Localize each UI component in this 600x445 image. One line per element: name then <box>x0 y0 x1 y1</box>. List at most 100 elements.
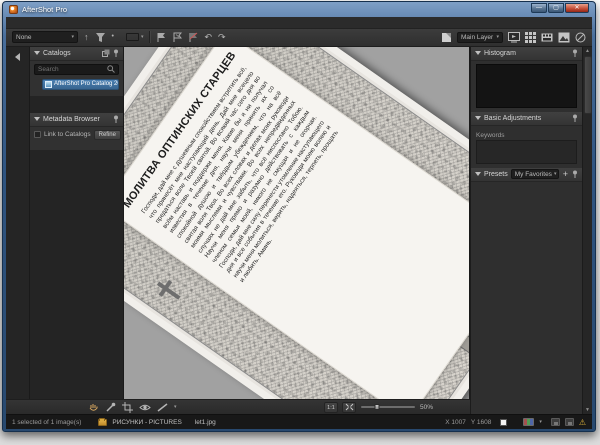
catalog-icon <box>45 80 52 88</box>
save-settings-icon[interactable] <box>550 418 560 427</box>
main-toolbar: None ▾ ↑ • ▾ ↶ ↷ Main Layer ▾ <box>6 28 592 47</box>
presets-favorites-value: My Favorites <box>514 170 552 178</box>
fit-to-window-button[interactable] <box>342 401 356 413</box>
cursor-x-coordinate: X 1007 <box>445 418 466 426</box>
metadata-browser-title: Metadata Browser <box>43 115 100 123</box>
actual-size-button[interactable]: 1:1 <box>324 401 338 413</box>
photo-canvas[interactable]: МОЛИТВА ОПТИНСКИХ СТАРЦЕВ Господи, дай м… <box>124 46 469 400</box>
chevron-down-icon[interactable]: ▾ <box>539 419 542 425</box>
color-managed-display-icon[interactable] <box>523 418 535 427</box>
presets-header[interactable]: Presets My Favorites ▾ + <box>471 167 582 182</box>
pin-icon[interactable] <box>572 49 578 58</box>
scrollbar-thumb[interactable] <box>583 55 592 114</box>
right-panel-scrollbar[interactable]: ▲ ▼ <box>582 46 592 415</box>
red-eye-tool[interactable] <box>139 402 151 413</box>
catalogs-title: Catalogs <box>43 49 71 57</box>
rotate-left-icon[interactable]: ↶ <box>204 32 212 42</box>
image-preview-area[interactable]: МОЛИТВА ОПТИНСКИХ СТАРЦЕВ Господи, дай м… <box>124 46 470 400</box>
layer-dropdown-value: Main Layer <box>461 33 494 41</box>
collapse-triangle-icon[interactable] <box>34 51 40 56</box>
sort-ascending-icon[interactable]: ↑ <box>84 32 89 42</box>
color-label-filter[interactable]: ▾ <box>125 33 144 42</box>
catalog-item-selected[interactable]: AfterShot Pro Catalog 2012 <box>42 78 119 90</box>
app-window: AfterShot Pro — ▢ ✕ None ▾ ↑ • ▾ ↶ ↷ Mai… <box>2 1 596 432</box>
metadata-browser-header[interactable]: Metadata Browser <box>30 112 123 127</box>
slideshow-icon[interactable] <box>575 32 586 43</box>
presets-favorites-dropdown[interactable]: My Favorites ▾ <box>510 169 559 180</box>
current-folder[interactable]: РИСУНКИ - PICTURES <box>112 419 181 426</box>
flag-pick-icon[interactable] <box>156 32 166 43</box>
pin-icon[interactable] <box>572 114 578 123</box>
menu-bar <box>6 17 592 29</box>
catalogs-section: Catalogs AfterShot Pro Catalog 2012 <box>30 46 123 96</box>
search-icon[interactable] <box>107 65 115 74</box>
presets-title: Presets <box>484 170 508 178</box>
zero-star-dot-icon[interactable]: • <box>112 32 114 42</box>
histogram-header[interactable]: Histogram <box>471 46 582 61</box>
preview-tool-strip: ▾ 1:1 50% <box>6 399 470 415</box>
collapse-triangle-icon[interactable] <box>475 116 481 121</box>
pan-hand-tool[interactable] <box>88 402 99 413</box>
maximize-button[interactable]: ▢ <box>548 2 564 13</box>
zoom-controls: 1:1 50% <box>324 401 434 413</box>
preview-image-icon[interactable] <box>558 32 570 43</box>
pin-icon[interactable] <box>113 115 119 124</box>
add-preset-button[interactable]: + <box>563 170 568 179</box>
collapse-triangle-icon[interactable] <box>475 51 481 56</box>
metadata-category-list <box>30 142 123 150</box>
warning-icon[interactable]: ⚠ <box>579 418 586 427</box>
filmstrip-view-icon[interactable] <box>541 32 553 43</box>
filter-funnel-icon[interactable] <box>95 32 106 43</box>
scroll-down-icon[interactable]: ▼ <box>585 407 590 413</box>
chevron-down-icon: ▾ <box>140 34 144 41</box>
refine-button[interactable]: Refine <box>93 129 121 140</box>
zoom-slider[interactable] <box>360 403 416 412</box>
sampled-color-swatch <box>500 418 508 426</box>
app-icon <box>9 5 18 14</box>
scroll-up-icon[interactable]: ▲ <box>585 48 590 54</box>
preset-filter-dropdown[interactable]: None ▾ <box>12 31 78 44</box>
collapse-triangle-icon[interactable] <box>475 172 481 177</box>
library-panel: Catalogs AfterShot Pro Catalog 2012 <box>30 46 124 400</box>
external-monitor-icon[interactable] <box>508 31 520 43</box>
minimize-button[interactable]: — <box>531 2 547 13</box>
pin-icon[interactable] <box>572 170 578 179</box>
keywords-label: Keywords <box>476 131 505 139</box>
pin-icon[interactable] <box>113 49 119 58</box>
catalog-search-box <box>34 63 119 75</box>
current-filename[interactable]: let1.jpg <box>195 419 216 426</box>
folder-icon <box>98 417 108 426</box>
eyedropper-tool[interactable] <box>105 402 116 413</box>
left-panel-filler <box>30 149 123 400</box>
catalog-item-label: AfterShot Pro Catalog 2012 <box>54 81 118 88</box>
rotate-right-icon[interactable]: ↷ <box>218 32 226 42</box>
thumbnail-grid-icon[interactable] <box>525 31 536 43</box>
close-button[interactable]: ✕ <box>565 2 589 13</box>
straighten-tool[interactable] <box>157 402 168 413</box>
basic-adjustments-header[interactable]: Basic Adjustments <box>471 111 582 126</box>
proof-icon[interactable] <box>441 32 452 43</box>
duplicate-pages-icon[interactable] <box>102 49 110 58</box>
adjustments-panel: Histogram Basic Adjustments Keywords Pre… <box>470 46 582 415</box>
flag-unflag-icon[interactable] <box>172 32 183 43</box>
crop-tool[interactable] <box>122 401 133 413</box>
preset-filter-value: None <box>16 33 32 41</box>
collapse-triangle-icon[interactable] <box>34 117 40 122</box>
link-to-catalogs-label: Link to Catalogs <box>44 131 91 139</box>
titlebar[interactable]: AfterShot Pro — ▢ ✕ <box>6 2 592 17</box>
zoom-level-label: 50% <box>420 403 434 411</box>
keywords-input[interactable] <box>476 139 577 164</box>
search-input[interactable] <box>38 65 107 73</box>
chevron-down-icon[interactable]: ▾ <box>174 404 177 410</box>
copy-settings-icon[interactable] <box>564 418 574 427</box>
link-to-catalogs-checkbox[interactable] <box>34 131 41 139</box>
metadata-browser-section: Metadata Browser Link to Catalogs Refine <box>30 112 123 150</box>
zoom-slider-handle[interactable] <box>374 404 380 411</box>
link-to-catalogs-row: Link to Catalogs Refine <box>30 127 123 142</box>
catalogs-header[interactable]: Catalogs <box>30 46 123 61</box>
collapse-panel-icon[interactable] <box>15 52 20 61</box>
desktop: AfterShot Pro — ▢ ✕ None ▾ ↑ • ▾ ↶ ↷ Mai… <box>0 0 600 445</box>
layer-dropdown[interactable]: Main Layer ▾ <box>457 31 503 43</box>
flag-reject-icon[interactable] <box>188 32 198 43</box>
basic-adjustments-title: Basic Adjustments <box>484 114 542 122</box>
